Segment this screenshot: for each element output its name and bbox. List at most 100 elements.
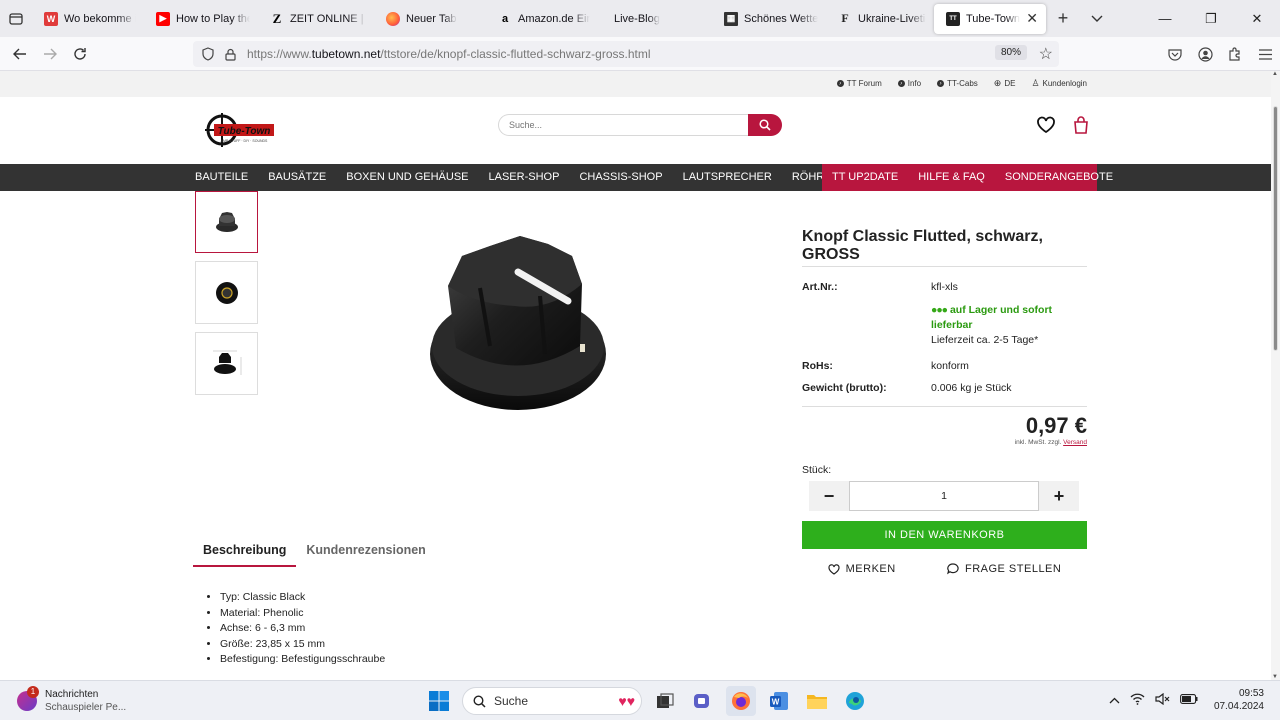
link-label: Kundenlogin [1042,79,1087,88]
browser-tab-1[interactable]: W Wo bekomme ich [32,0,144,37]
browser-tab-active[interactable]: TT Tube-Town Sto ✕ [934,3,1046,34]
browser-tab-7[interactable]: ▦ Schönes Wetter in [712,0,826,37]
shield-icon[interactable] [197,47,219,61]
search-icon [759,119,771,131]
close-window-icon[interactable]: ✕ [1234,0,1280,37]
list-item: Größe: 23,85 x 15 mm [220,637,385,653]
menu-icon[interactable] [1250,39,1280,69]
heart-icon[interactable] [1036,116,1056,137]
task-view-icon[interactable] [650,686,680,716]
nav-item-hilfe[interactable]: HILFE & FAQ [908,164,995,191]
tubetown-logo[interactable]: Tube-Town AMP STUFF · DIY · SOUNDS [205,113,275,147]
nav-item-bausaetze[interactable]: BAUSÄTZE [258,164,336,191]
wishlist-label: MERKEN [845,563,896,575]
taskbar-apps: Suche ♥♥ W [424,686,870,716]
maximize-icon[interactable]: ❐ [1188,0,1234,37]
divider [802,406,1087,407]
amazon-icon: a [501,12,509,25]
product-thumbnails [195,191,258,403]
decrease-quantity-button[interactable]: − [809,481,849,511]
nav-item-sonderangebote[interactable]: SONDERANGEBOTE [995,164,1123,191]
tab-title: How to Play the C [176,12,250,25]
windows-start-icon[interactable] [424,686,454,716]
browser-tab-5[interactable]: a Amazon.de Einka [486,0,598,37]
word-icon[interactable]: W [764,686,794,716]
extensions-icon[interactable] [1220,39,1250,69]
scroll-up-icon[interactable]: ▲ [1272,71,1278,77]
info-link[interactable]: › Info [897,78,921,89]
browser-tab-2[interactable]: ▶ How to Play the C [144,0,258,37]
red-store-icon: W [44,11,58,26]
clock[interactable]: 09:53 07.04.2024 [1214,687,1264,713]
chevron-down-icon[interactable] [1080,0,1114,37]
language-link[interactable]: ⊕ DE [994,78,1016,89]
nav-item-lautsprecher[interactable]: LAUTSPRECHER [673,164,782,191]
thumbnail-2[interactable] [195,261,258,324]
reload-icon[interactable] [65,39,95,69]
tab-bar: W Wo bekomme ich ▶ How to Play the C Z Z… [0,0,1280,37]
new-tab-icon[interactable]: + [1046,0,1080,37]
tab-list-icon[interactable] [0,0,32,37]
shipping-link[interactable]: Versand [1063,439,1087,446]
edge-icon[interactable] [840,686,870,716]
browser-tab-4[interactable]: Neuer Tab [374,0,486,37]
tab-title: Ukraine-Liveticke [858,12,926,25]
url-bar[interactable]: https://www.tubetown.net/ttstore/de/knop… [193,41,1059,67]
search-button[interactable] [748,114,782,136]
zoom-level[interactable]: 80% [994,45,1027,60]
back-icon[interactable] [5,39,35,69]
page-scrollbar[interactable]: ▲ ▼ [1271,71,1280,680]
nav-item-boxen[interactable]: BOXEN UND GEHÄUSE [336,164,478,191]
close-tab-icon[interactable]: ✕ [1026,10,1038,27]
wifi-icon[interactable] [1130,693,1145,708]
tab-beschreibung[interactable]: Beschreibung [193,543,297,567]
product-detail-tabs: Beschreibung Kundenrezensionen [193,543,436,567]
quantity-label: Stück: [802,464,832,476]
login-link[interactable]: ♙ Kundenlogin [1031,78,1087,89]
wishlist-button[interactable]: MERKEN [828,563,896,575]
file-explorer-icon[interactable] [802,686,832,716]
add-to-cart-button[interactable]: IN DEN WARENKORB [802,521,1087,549]
url-path: /ttstore/de/knopf-classic-flutted-schwar… [380,47,651,61]
chevron-up-icon[interactable] [1109,693,1120,707]
scrollbar-thumb[interactable] [1273,106,1278,351]
nav-item-chassis-shop[interactable]: CHASSIS-SHOP [569,164,672,191]
thumbnail-3[interactable] [195,332,258,395]
svg-text:AMP STUFF · DIY · SOUNDS: AMP STUFF · DIY · SOUNDS [221,139,268,143]
pocket-icon[interactable] [1160,39,1190,69]
increase-quantity-button[interactable]: + [1039,481,1079,511]
news-widget[interactable]: 1 Nachrichten Schauspieler Pe... [17,686,126,714]
nav-item-up2date[interactable]: TT UP2DATE [822,164,908,191]
speaker-muted-icon[interactable] [1155,692,1170,708]
search-input[interactable] [498,114,749,136]
thumbnail-1[interactable] [195,191,258,253]
account-icon[interactable] [1190,39,1220,69]
globe-icon: ⊕ [993,78,1002,88]
star-icon[interactable]: ☆ [1039,44,1053,64]
taskbar-search[interactable]: Suche ♥♥ [462,687,642,715]
firefox-taskbar-icon[interactable] [726,686,756,716]
arrow-right-icon: › [836,80,844,87]
nav-item-laser-shop[interactable]: LASER-SHOP [479,164,570,191]
lock-icon[interactable] [219,48,241,61]
nav-item-bauteile[interactable]: BAUTEILE [185,164,258,191]
forum-link[interactable]: › TT Forum [836,78,882,89]
url-text[interactable]: https://www.tubetown.net/ttstore/de/knop… [247,47,651,61]
art-value: kfl-xls [931,281,958,293]
teams-icon[interactable] [688,686,718,716]
shopping-bag-icon[interactable] [1073,116,1089,137]
ask-question-button[interactable]: FRAGE STELLEN [947,563,1061,575]
knob-top-view-image [215,281,238,304]
forward-icon[interactable] [35,39,65,69]
minimize-icon[interactable]: — [1142,0,1188,37]
battery-icon[interactable] [1179,693,1198,707]
browser-tab-8[interactable]: F Ukraine-Liveticke [826,0,934,37]
product-main-image[interactable] [420,226,620,426]
stock-text: auf Lager und sofort lieferbar [931,304,1053,331]
quantity-input[interactable]: 1 [849,481,1039,511]
tab-kundenrezensionen[interactable]: Kundenrezensionen [296,543,435,567]
browser-tab-6[interactable]: Live-Blog [598,0,712,37]
firefox-icon [386,11,400,26]
cabs-link[interactable]: › TT-Cabs [937,78,978,89]
browser-tab-3[interactable]: Z ZEIT ONLINE | Na [258,0,374,37]
